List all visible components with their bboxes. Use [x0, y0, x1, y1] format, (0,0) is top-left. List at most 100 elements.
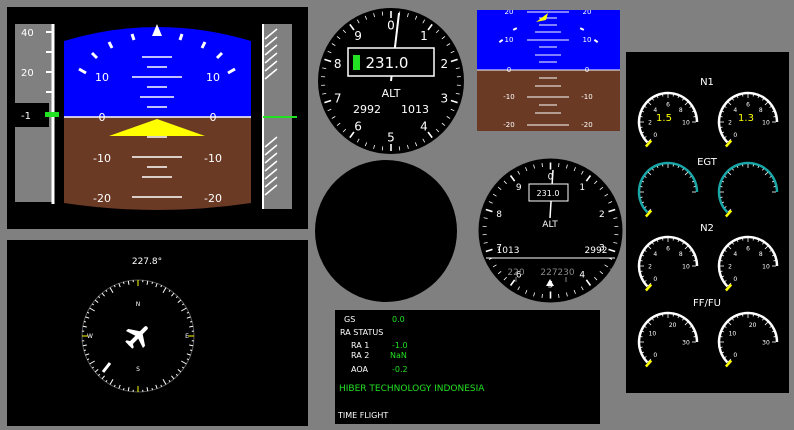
airplane-icon — [120, 318, 155, 353]
altimeter-dial-label: 0 — [387, 18, 395, 32]
pitch-label: 10 — [206, 71, 220, 84]
compass-cardinal-s: S — [136, 366, 140, 373]
data-panel: GS 0.0 RA STATUS RA 1 -1.0 RA 2 NaN AOA … — [335, 310, 600, 424]
altimeter-dial-label: 6 — [354, 120, 362, 134]
engine-panel: N1 EGT N2 FF/FU 024681002468100246810024… — [626, 52, 789, 393]
ra2-label: RA 2 — [351, 351, 369, 360]
altimeter-dial-label: 5 — [387, 130, 395, 144]
n1-left-value: 1.5 — [656, 113, 672, 124]
ra1-value: -1.0 — [392, 341, 408, 350]
gs-label: GS — [344, 315, 355, 324]
heading-tape-label: 2 — [609, 268, 615, 278]
pitch-label: -10 — [204, 152, 222, 165]
mini-pitch-label: 10 — [583, 36, 592, 44]
altimeter-dial-label: 1 — [579, 183, 585, 193]
engine-gauge-arc — [719, 313, 777, 363]
altimeter-dial-label: 2 — [599, 210, 605, 220]
attitude-indicator: 10 10 0 0 -10 -10 -20 -20 40 20 -1 — [7, 7, 308, 229]
engine-gauge-scale-label: 20 — [749, 322, 757, 329]
engine-gauge-scale-label: 0 — [733, 276, 737, 283]
sky — [64, 27, 251, 117]
altimeter-dial-label: 4 — [420, 120, 428, 134]
n1-title: N1 — [700, 77, 714, 88]
engine-gauge-scale-label: 2 — [648, 264, 652, 271]
altimeter-dial-label: 8 — [334, 57, 342, 71]
altimeter-small-value: 231.0 — [537, 189, 560, 198]
mini-pitch-label: -20 — [503, 121, 514, 129]
engine-gauge-arc — [719, 163, 777, 213]
heading-bug-icon — [103, 363, 110, 372]
engine-gauge-scale-label: 10 — [682, 120, 690, 127]
speed-tick-label: 20 — [21, 68, 34, 79]
engine-gauge-scale-label: 2 — [728, 120, 732, 127]
altimeter-small-baro-right: 2992 — [585, 246, 608, 256]
speed-tick-label: 40 — [21, 28, 34, 39]
pitch-label: -20 — [204, 192, 222, 205]
engine-gauge-scale-label: 6 — [746, 246, 750, 253]
n1-right-value: 1.3 — [738, 113, 754, 124]
mini-ground — [477, 70, 620, 131]
ra2-value: NaN — [390, 351, 407, 360]
altimeter-label: ALT — [382, 87, 401, 100]
pitch-label: -10 — [93, 152, 111, 165]
engine-gauge-scale-label: 8 — [759, 251, 763, 258]
altimeter-dial-label: 9 — [516, 183, 522, 193]
time-flight-label: TIME FLIGHT — [338, 411, 388, 420]
altimeter-dial-label: 8 — [496, 210, 502, 220]
ra-status-label: RA STATUS — [340, 328, 383, 337]
compass-cardinal-w: W — [87, 333, 93, 340]
engine-gauges: N1 EGT N2 FF/FU 024681002468100246810024… — [626, 52, 789, 393]
compass-cardinal-e: E — [185, 333, 189, 340]
altimeter-value: 231.0 — [366, 54, 409, 72]
ff-fu-title: FF/FU — [693, 298, 721, 309]
altimeter-small-label: ALT — [542, 220, 558, 230]
pitch-label: 10 — [95, 71, 109, 84]
altimeter-dial-label: 2 — [440, 57, 448, 71]
altimeter-small: 0123456789 231.0 ALT 1013 2992 220 227 2… — [478, 158, 623, 303]
altimeter-dial-label: 7 — [334, 92, 342, 106]
altimeter-dial-label: 3 — [440, 92, 448, 106]
pitch-label: -20 — [93, 192, 111, 205]
pitch-label: 0 — [99, 111, 106, 124]
compass-cardinal-n: N — [136, 301, 141, 308]
engine-gauge-scale-label: 10 — [729, 331, 737, 338]
engine-gauge-scale-label: 2 — [648, 120, 652, 127]
ra1-label: RA 1 — [351, 341, 369, 350]
engine-gauge-scale-label: 0 — [733, 132, 737, 139]
engine-gauge-scale-label: 6 — [666, 246, 670, 253]
mini-attitude-indicator: 20 20 10 10 0 0 -10 -10 -20 -20 — [477, 10, 620, 131]
mini-pitch-label: -10 — [503, 93, 514, 101]
altimeter-dial-label: 9 — [354, 29, 362, 43]
engine-gauge-scale-label: 10 — [649, 331, 657, 338]
engine-gauge-scale-label: 6 — [666, 102, 670, 109]
engine-gauge-scale-label: 4 — [653, 251, 657, 258]
mini-pitch-label: 20 — [583, 10, 592, 16]
engine-gauge-scale-label: 2 — [728, 264, 732, 271]
engine-gauge-scale-label: 8 — [759, 107, 763, 114]
engine-gauge-arc — [719, 237, 777, 287]
engine-gauge-arc — [639, 163, 697, 213]
engine-gauge-scale-label: 10 — [682, 264, 690, 271]
engine-gauge-scale-label: 0 — [733, 352, 737, 359]
mini-pitch-label: -20 — [581, 121, 592, 129]
altimeter-status-indicator — [353, 55, 360, 70]
engine-gauge-scale-label: 8 — [679, 107, 683, 114]
baro-setting-right: 1013 — [401, 103, 429, 116]
n2-title: N2 — [700, 223, 714, 234]
engine-gauge-scale-label: 0 — [653, 132, 657, 139]
altimeter-dial-label: 4 — [579, 270, 585, 280]
mini-pitch-label: -10 — [581, 93, 592, 101]
gs-value: 0.0 — [392, 315, 405, 324]
speed-readout: -1 — [21, 111, 31, 122]
engine-gauge-arc — [639, 313, 697, 363]
engine-gauge-scale-label: 30 — [682, 340, 690, 347]
heading-tape-label: 220 — [507, 268, 524, 278]
engine-gauge-scale-label: 8 — [679, 251, 683, 258]
engine-gauge-scale-label: 10 — [762, 264, 770, 271]
engine-gauge-arc — [639, 237, 697, 287]
heading-tape-label: 227 — [540, 268, 557, 278]
blank-gauge — [315, 160, 457, 302]
altimeter-large: 0123456789 231.0 ALT 2992 1013 — [317, 7, 465, 155]
aoa-label: AOA — [351, 365, 368, 374]
compass-rose: 227.8° N E S W — [7, 240, 308, 426]
